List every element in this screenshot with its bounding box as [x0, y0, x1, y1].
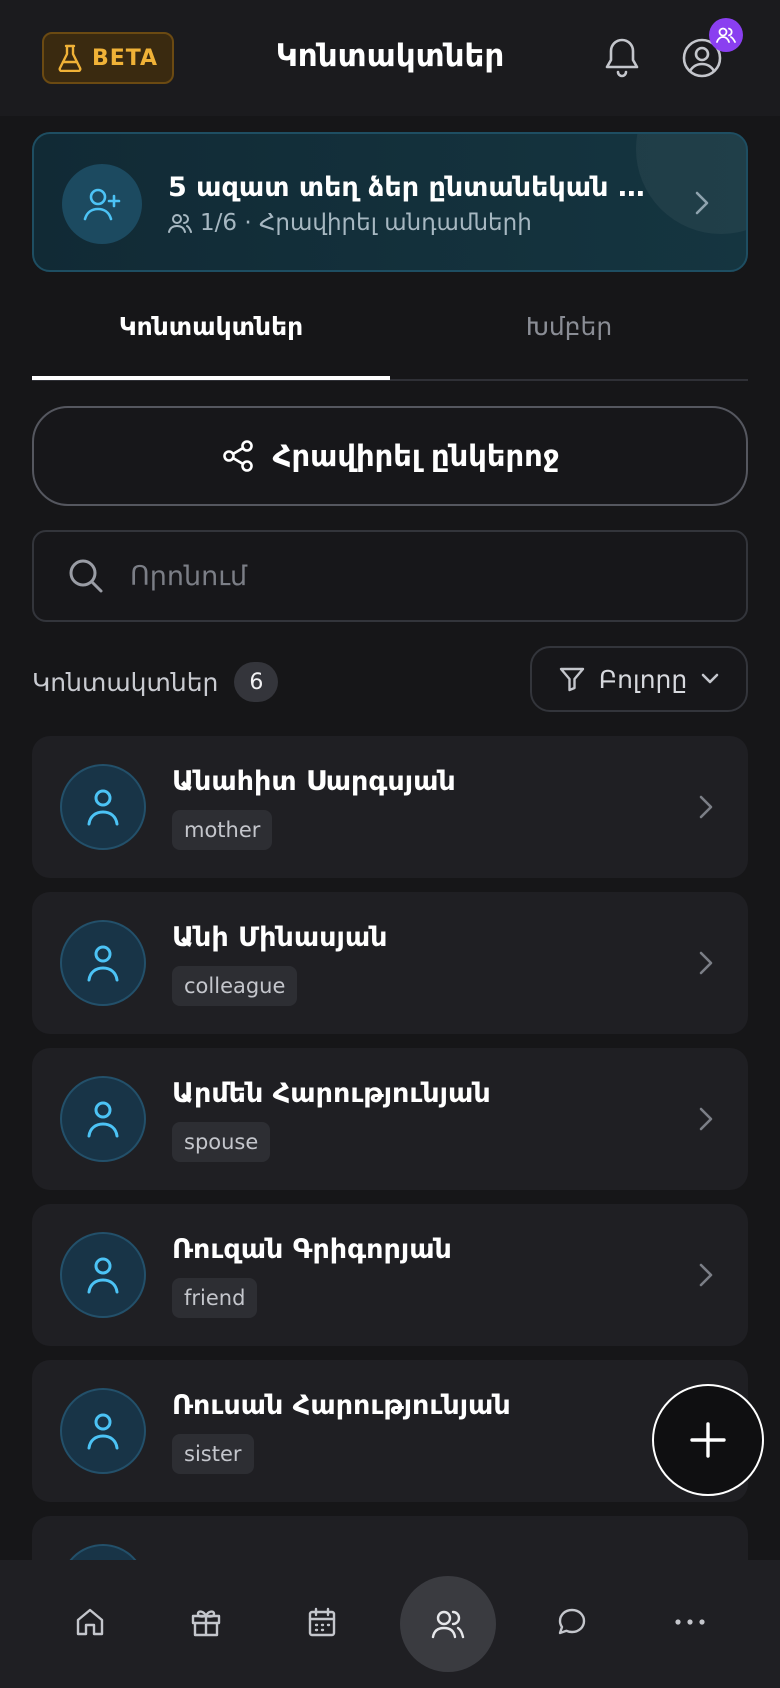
contact-name: Ռուսան Հարությունյան	[172, 1390, 511, 1421]
share-icon	[222, 440, 253, 472]
user-avatar-icon	[60, 764, 146, 850]
users-icon	[168, 214, 192, 233]
calendar-icon	[308, 1607, 336, 1637]
chevron-right-icon	[699, 795, 713, 819]
chevron-right-icon	[699, 1263, 713, 1287]
nav-more[interactable]	[658, 1590, 722, 1654]
contacts-count-row: Կոնտակտներ 6	[32, 662, 279, 702]
contact-card[interactable]: Անահիտ Սարգսյան mother	[32, 736, 748, 878]
banner-subtitle: 1/6 · Հրավիրել անդամների	[200, 210, 532, 236]
contact-name: Ռուզան Գրիգորյան	[172, 1234, 452, 1265]
user-avatar-icon	[60, 1232, 146, 1318]
bottom-navigation	[0, 1560, 780, 1688]
chevron-down-icon	[701, 673, 719, 684]
search-icon	[69, 559, 103, 593]
contact-name: Արմեն Հարությունյան	[172, 1078, 491, 1109]
search-box[interactable]	[32, 530, 748, 622]
contact-relation-tag: mother	[172, 810, 273, 850]
banner-subtitle-row: 1/6 · Հրավիրել անդամների	[168, 210, 532, 236]
top-header: BETA Կոնտակտներ	[0, 0, 780, 116]
more-icon	[675, 1619, 705, 1625]
contact-card[interactable]: Ռուզան Գրիգորյան friend	[32, 1204, 748, 1346]
users-icon	[431, 1610, 465, 1639]
family-invite-banner[interactable]: 5 ազատ տեղ ձեր ընտանեկան խ... 1/6 · Հրավ…	[32, 132, 748, 272]
tab-contacts[interactable]: Կոնտակտներ	[32, 312, 390, 341]
add-contact-button[interactable]	[652, 1384, 764, 1496]
tab-groups[interactable]: Խմբեր	[390, 312, 748, 341]
chat-icon	[558, 1608, 586, 1635]
user-avatar-icon	[60, 920, 146, 1006]
bell-icon[interactable]	[602, 36, 642, 80]
nav-calendar[interactable]	[290, 1590, 354, 1654]
filter-icon	[559, 667, 584, 692]
user-plus-icon	[62, 164, 142, 244]
chevron-right-icon	[699, 951, 713, 975]
users-badge-icon	[709, 18, 743, 52]
contact-name: Անի Մինասյան	[172, 922, 388, 953]
filter-dropdown[interactable]: Բոլորը	[530, 646, 748, 712]
invite-friend-button[interactable]: Հրավիրել ընկերոջ	[32, 406, 748, 506]
contacts-count-badge: 6	[234, 662, 279, 702]
gift-icon	[191, 1610, 221, 1637]
nav-gifts[interactable]	[174, 1590, 238, 1654]
contact-relation-tag: sister	[172, 1434, 254, 1474]
contact-name: Անահիտ Սարգսյան	[172, 766, 456, 797]
chevron-right-icon	[699, 1107, 713, 1131]
nav-messages[interactable]	[540, 1590, 604, 1654]
contacts-screen: BETA Կոնտակտներ 5 ազատ տեղ ձեր ընտանեկան…	[0, 0, 780, 1688]
filter-label: Բոլորը	[598, 664, 688, 694]
home-icon	[76, 1608, 104, 1636]
contact-relation-tag: colleague	[172, 966, 298, 1006]
page-title: Կոնտակտներ	[275, 38, 505, 74]
user-avatar-icon	[60, 1076, 146, 1162]
user-avatar-icon	[60, 1388, 146, 1474]
contact-relation-tag: friend	[172, 1278, 258, 1318]
active-tab-indicator	[32, 376, 390, 380]
nav-contacts[interactable]	[400, 1576, 496, 1672]
contact-card[interactable]: Ռուսան Հարությունյան sister	[32, 1360, 748, 1502]
contact-card[interactable]: Արմեն Հարությունյան spouse	[32, 1048, 748, 1190]
plus-icon	[690, 1422, 726, 1458]
contact-relation-tag: spouse	[172, 1122, 271, 1162]
banner-title: 5 ազատ տեղ ձեր ընտանեկան խ...	[168, 172, 668, 203]
search-input[interactable]	[130, 552, 710, 600]
invite-friend-label: Հրավիրել ընկերոջ	[272, 439, 560, 473]
contacts-count-label: Կոնտակտներ	[32, 667, 219, 697]
contact-card[interactable]: Անի Մինասյան colleague	[32, 892, 748, 1034]
chevron-right-icon	[695, 191, 709, 215]
nav-home[interactable]	[58, 1590, 122, 1654]
